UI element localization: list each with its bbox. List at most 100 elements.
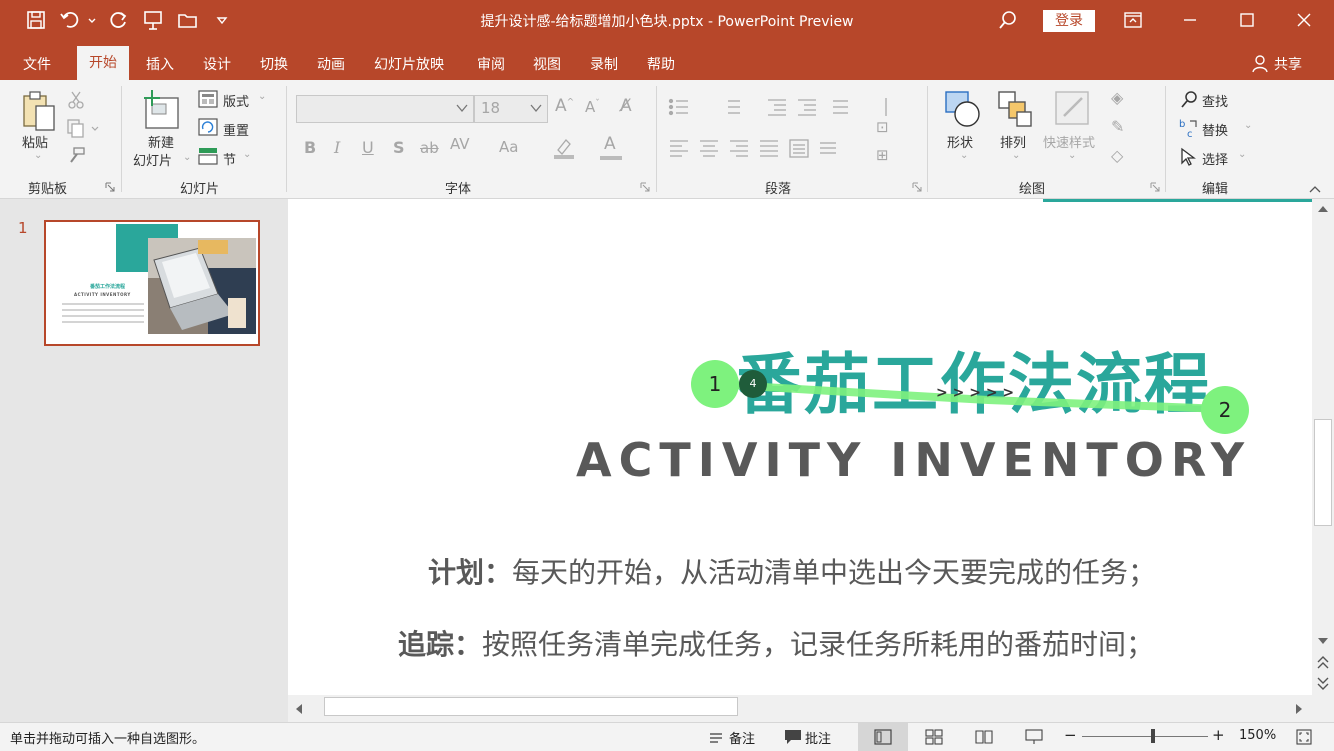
slide-title[interactable]: 番茄工作法流程 xyxy=(736,331,1212,427)
shapes-label[interactable]: 形状 xyxy=(947,132,973,151)
paragraph-launcher-icon[interactable] xyxy=(912,182,922,192)
fit-to-window-icon[interactable] xyxy=(1296,729,1312,745)
character-spacing-icon[interactable]: AV xyxy=(450,135,470,153)
horizontal-scrollbar[interactable] xyxy=(288,695,1312,722)
section-dropdown-icon[interactable]: ⌄ xyxy=(243,149,251,160)
section-label[interactable]: 节 xyxy=(223,149,236,168)
layout-icon[interactable] xyxy=(198,90,218,108)
tab-transitions[interactable]: 切换 xyxy=(260,54,288,74)
slideshow-view-icon[interactable] xyxy=(1025,729,1043,745)
slide-thumbnail[interactable]: 番茄工作法流程 ACTIVITY INVENTORY xyxy=(44,220,260,346)
scroll-up-icon[interactable] xyxy=(1317,204,1329,214)
font-name-combobox[interactable] xyxy=(296,95,474,123)
tab-help[interactable]: 帮助 xyxy=(647,54,675,74)
slide-body-line-plan[interactable]: 计划：每天的开始，从活动清单中选出今天要完成的任务； xyxy=(428,551,1156,591)
italic-icon[interactable]: I xyxy=(334,138,340,157)
notes-button[interactable]: 备注 xyxy=(729,728,755,747)
share-person-icon[interactable] xyxy=(1252,54,1270,74)
new-slide-label-line2[interactable]: 幻灯片 xyxy=(133,150,172,169)
replace-dropdown-icon[interactable]: ⌄ xyxy=(1244,120,1252,131)
shape-fill-icon[interactable]: ◈ xyxy=(1111,88,1123,107)
close-icon[interactable] xyxy=(1292,8,1316,32)
reset-label[interactable]: 重置 xyxy=(223,120,249,139)
underline-icon[interactable]: U xyxy=(362,138,374,157)
collapse-ribbon-icon[interactable] xyxy=(1308,184,1322,194)
comments-button[interactable]: 批注 xyxy=(805,728,831,747)
paste-label[interactable]: 粘贴 xyxy=(22,132,48,151)
slide-subtitle[interactable]: ACTIVITY INVENTORY xyxy=(576,433,1251,487)
ribbon-display-options-icon[interactable] xyxy=(1121,8,1145,32)
increase-font-size-icon[interactable]: A^ xyxy=(555,96,574,116)
arrange-icon[interactable] xyxy=(997,90,1033,130)
clipboard-launcher-icon[interactable] xyxy=(105,182,115,192)
tab-record[interactable]: 录制 xyxy=(590,54,618,74)
chevron-down-icon[interactable] xyxy=(529,102,543,114)
new-slide-dropdown-icon[interactable]: ⌄ xyxy=(183,152,191,163)
text-shadow-icon[interactable]: S xyxy=(393,138,405,157)
login-button[interactable]: 登录 xyxy=(1043,10,1095,32)
search-icon[interactable] xyxy=(996,8,1020,32)
chevron-down-icon[interactable] xyxy=(455,102,469,114)
paste-dropdown-icon[interactable]: ⌄ xyxy=(34,150,42,161)
font-launcher-icon[interactable] xyxy=(640,182,650,192)
change-case-icon[interactable]: Aa xyxy=(499,138,518,156)
select-dropdown-icon[interactable]: ⌄ xyxy=(1238,149,1246,160)
section-icon[interactable] xyxy=(198,147,218,165)
find-icon[interactable] xyxy=(1179,89,1199,109)
normal-view-button[interactable] xyxy=(858,723,908,751)
tab-animations[interactable]: 动画 xyxy=(317,54,345,74)
decrease-font-size-icon[interactable]: Aˇ xyxy=(585,98,600,116)
select-label[interactable]: 选择 xyxy=(1202,149,1228,168)
font-color-icon[interactable]: A xyxy=(604,134,616,154)
previous-slide-icon[interactable] xyxy=(1317,655,1329,671)
notes-icon[interactable] xyxy=(708,730,724,744)
tab-home[interactable]: 开始 xyxy=(77,46,129,80)
vertical-scroll-thumb[interactable] xyxy=(1314,419,1332,526)
drawing-launcher-icon[interactable] xyxy=(1150,182,1160,192)
zoom-slider-thumb[interactable] xyxy=(1151,729,1155,743)
highlight-color-icon[interactable] xyxy=(552,136,578,160)
tab-slideshow[interactable]: 幻灯片放映 xyxy=(374,54,444,74)
new-slide-icon[interactable] xyxy=(142,88,182,132)
shapes-dropdown-icon[interactable]: ⌄ xyxy=(960,150,968,161)
slide-canvas[interactable]: 番茄工作法流程 ACTIVITY INVENTORY 计划：每天的开始，从活动清… xyxy=(288,199,1312,695)
align-text-icon[interactable]: ⊡ xyxy=(876,118,889,136)
tab-file[interactable]: 文件 xyxy=(23,54,51,74)
horizontal-scroll-thumb[interactable] xyxy=(324,697,738,716)
clear-formatting-icon[interactable]: A̸ xyxy=(620,96,632,116)
zoom-in-button[interactable]: + xyxy=(1212,726,1225,744)
scroll-right-icon[interactable] xyxy=(1294,703,1304,715)
tab-design[interactable]: 设计 xyxy=(203,54,231,74)
convert-smartart-icon[interactable]: ⊞ xyxy=(876,146,889,164)
font-size-combobox[interactable]: 18 xyxy=(474,95,548,123)
shape-effects-icon[interactable]: ◇ xyxy=(1111,146,1123,165)
arrange-dropdown-icon[interactable]: ⌄ xyxy=(1012,150,1020,161)
share-button[interactable]: 共享 xyxy=(1274,54,1302,74)
scroll-down-icon[interactable] xyxy=(1317,636,1329,646)
replace-icon[interactable]: bc xyxy=(1178,117,1200,139)
layout-label[interactable]: 版式 xyxy=(223,91,249,110)
zoom-slider-track[interactable] xyxy=(1082,736,1208,737)
quick-styles-icon[interactable] xyxy=(1054,90,1092,130)
copy-icon[interactable] xyxy=(66,118,100,138)
minimize-icon[interactable] xyxy=(1178,8,1202,32)
zoom-level[interactable]: 150% xyxy=(1239,728,1276,743)
slide-sorter-icon[interactable] xyxy=(925,729,943,745)
paste-icon[interactable] xyxy=(20,90,58,134)
shapes-icon[interactable] xyxy=(944,90,982,130)
new-slide-label-line1[interactable]: 新建 xyxy=(148,132,174,151)
quick-styles-dropdown-icon[interactable]: ⌄ xyxy=(1068,150,1076,161)
next-slide-icon[interactable] xyxy=(1317,675,1329,691)
find-label[interactable]: 查找 xyxy=(1202,91,1228,110)
tab-view[interactable]: 视图 xyxy=(533,54,561,74)
reset-icon[interactable] xyxy=(198,118,218,136)
strikethrough-icon[interactable]: ab xyxy=(420,139,439,157)
tab-insert[interactable]: 插入 xyxy=(146,54,174,74)
replace-label[interactable]: 替换 xyxy=(1202,120,1228,139)
format-painter-icon[interactable] xyxy=(66,146,86,166)
select-cursor-icon[interactable] xyxy=(1180,147,1198,167)
tab-review[interactable]: 审阅 xyxy=(477,54,505,74)
slide-body-line-track[interactable]: 追踪：按照任务清单完成任务，记录任务所耗用的番茄时间； xyxy=(398,623,1154,663)
vertical-scrollbar[interactable] xyxy=(1312,199,1334,722)
maximize-icon[interactable] xyxy=(1235,8,1259,32)
